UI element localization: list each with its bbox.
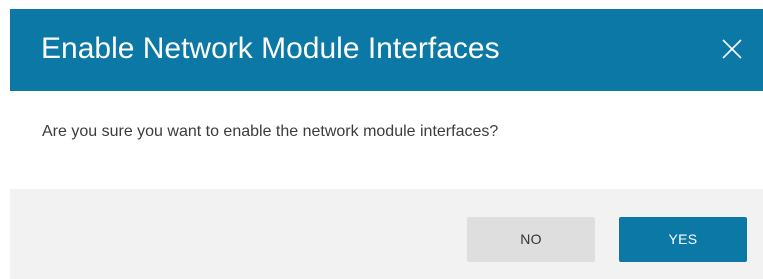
dialog-footer: NO YES	[10, 189, 763, 279]
dialog-message: Are you sure you want to enable the netw…	[42, 123, 499, 140]
yes-button[interactable]: YES	[619, 217, 747, 262]
close-button[interactable]	[721, 38, 743, 60]
dialog-body: Are you sure you want to enable the netw…	[10, 91, 763, 189]
close-icon	[722, 39, 742, 59]
dialog-header: Enable Network Module Interfaces	[10, 9, 763, 91]
enable-network-module-dialog: Enable Network Module Interfaces Are you…	[10, 9, 763, 279]
dialog-title: Enable Network Module Interfaces	[41, 32, 500, 65]
no-button[interactable]: NO	[467, 217, 595, 262]
